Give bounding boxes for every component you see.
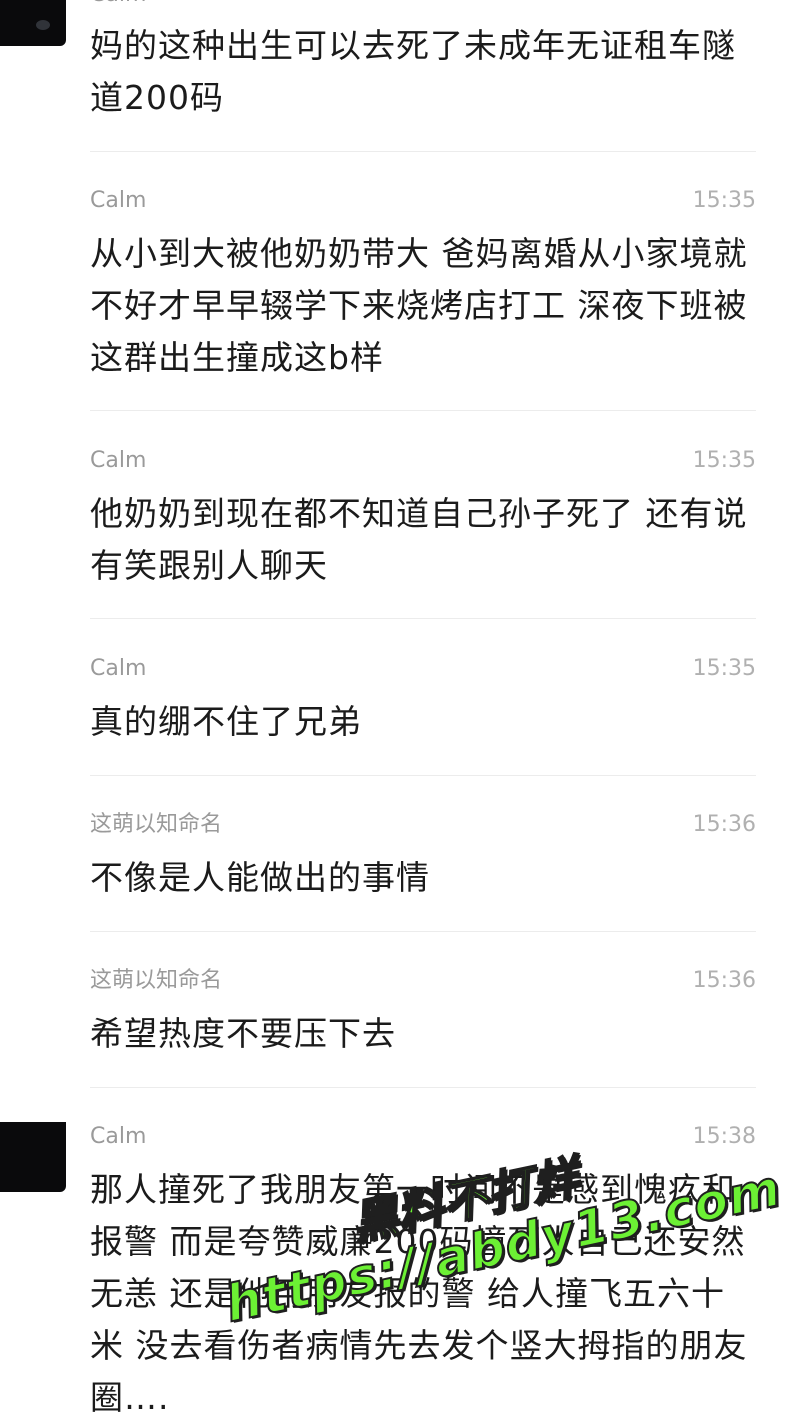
sender-name: Calm	[90, 1124, 147, 1149]
message-text: 希望热度不要压下去	[90, 1014, 396, 1053]
message-text: 他奶奶到现在都不知道自己孙子死了 还有说有笑跟别人聊天	[90, 494, 748, 585]
message-text: 不像是人能做出的事情	[90, 858, 430, 897]
message-text: 从小到大被他奶奶带大 爸妈离婚从小家境就不好才早早辍学下来烧烤店打工 深夜下班被…	[90, 234, 748, 377]
message-time: 15:36	[692, 968, 756, 993]
message-item: Calm 15:35 真的绷不住了兄弟	[0, 620, 800, 776]
message-divider	[90, 410, 756, 411]
avatar-image	[36, 20, 50, 30]
sender-name: Calm	[90, 448, 147, 473]
avatar[interactable]	[0, 1122, 66, 1192]
sender-name: 这萌以知命名	[90, 812, 223, 837]
sender-name: Calm	[90, 188, 147, 213]
message-item: 这萌以知命名 15:36 不像是人能做出的事情	[0, 776, 800, 932]
avatar[interactable]	[0, 0, 66, 46]
message-item: Calm 15:35 他奶奶到现在都不知道自己孙子死了 还有说有笑跟别人聊天	[0, 412, 800, 620]
message-text: 真的绷不住了兄弟	[90, 702, 362, 741]
message-text: 那人撞死了我朋友第一时间不是感到愧疚和报警 而是夸赞威廉200码撞死人自己还安然…	[90, 1170, 748, 1417]
message-divider	[90, 618, 756, 619]
message-time: 15:36	[692, 812, 756, 837]
message-item: Calm 15:38 那人撞死了我朋友第一时间不是感到愧疚和报警 而是夸赞威廉2…	[0, 1088, 800, 1422]
message-item: Calm 妈的这种出生可以去死了未成年无证租车隧道200码	[0, 0, 800, 152]
sender-name: 这萌以知命名	[90, 968, 223, 993]
message-time: 15:35	[692, 188, 756, 213]
message-text: 妈的这种出生可以去死了未成年无证租车隧道200码	[90, 26, 736, 117]
sender-name: Calm	[90, 0, 146, 10]
message-time: 15:35	[692, 448, 756, 473]
message-time: 15:38	[692, 1124, 756, 1149]
message-time: 15:35	[692, 656, 756, 681]
message-item: Calm 15:35 从小到大被他奶奶带大 爸妈离婚从小家境就不好才早早辍学下来…	[0, 152, 800, 412]
sender-name: Calm	[90, 656, 147, 681]
message-item: 这萌以知命名 15:36 希望热度不要压下去	[0, 932, 800, 1088]
chat-message-list[interactable]: Calm 妈的这种出生可以去死了未成年无证租车隧道200码 Calm 15:35…	[0, 0, 800, 1422]
